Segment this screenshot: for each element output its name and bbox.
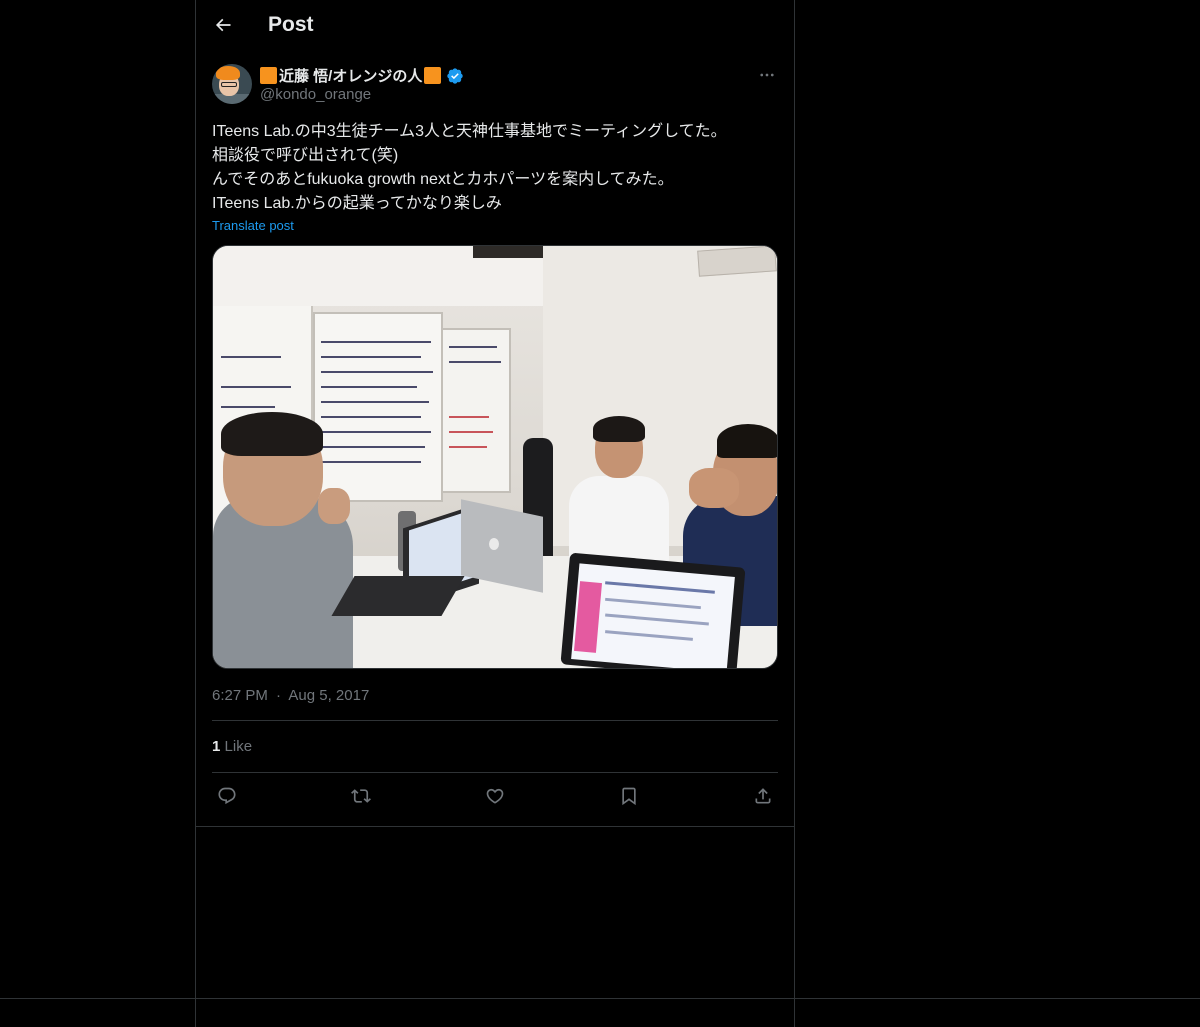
action-bar: [212, 773, 778, 820]
author-row: 近藤 悟/オレンジの人 @kondo_orange: [212, 64, 778, 108]
timestamp-separator: ·: [276, 687, 282, 704]
bookmark-button[interactable]: [618, 785, 640, 807]
avatar[interactable]: [212, 64, 252, 104]
author-name-link[interactable]: 近藤 悟/オレンジの人: [260, 65, 464, 86]
repost-button[interactable]: [350, 785, 372, 807]
share-button[interactable]: [752, 785, 774, 807]
like-count-label: Like: [224, 738, 253, 755]
arrow-left-icon: [215, 18, 231, 32]
more-button[interactable]: [756, 64, 778, 86]
author-handle[interactable]: @kondo_orange: [260, 86, 371, 103]
reply-icon: [218, 787, 236, 805]
translate-post-link[interactable]: Translate post: [212, 218, 778, 233]
reply-button[interactable]: [216, 785, 238, 807]
main-column: Post 近藤 悟/オレンジの人 @kondo_orange ITeens La…: [195, 0, 795, 1027]
post-date[interactable]: Aug 5, 2017: [288, 687, 369, 704]
post-photo[interactable]: [212, 245, 778, 669]
orange-square-emoji: [424, 67, 442, 84]
share-icon: [755, 788, 771, 804]
back-button[interactable]: [206, 8, 240, 42]
page-bottom-divider: [0, 998, 1200, 999]
author-display-name: 近藤 悟/オレンジの人: [279, 68, 423, 85]
post-timestamp: 6:27 PM · Aug 5, 2017: [212, 687, 778, 704]
repost-icon: [351, 789, 371, 803]
post-bottom-divider: [196, 826, 794, 827]
page-title: Post: [268, 13, 314, 36]
bookmark-icon: [622, 787, 636, 806]
likes-count[interactable]: 1 Like: [212, 721, 778, 772]
post-time[interactable]: 6:27 PM: [212, 687, 268, 704]
more-dots-icon: [760, 73, 774, 77]
like-count-number: 1: [212, 738, 221, 755]
page: Post 近藤 悟/オレンジの人 @kondo_orange ITeens La…: [0, 0, 1200, 1027]
post-text: ITeens Lab.の中3生徒チーム3人と天神仕事基地でミーティングしてた。 …: [212, 123, 727, 212]
post-header: Post: [196, 0, 794, 54]
post: 近藤 悟/オレンジの人 @kondo_orange ITeens Lab.の中3…: [212, 64, 778, 820]
orange-square-emoji: [260, 67, 277, 84]
heart-icon: [486, 788, 504, 804]
verified-badge-icon: [446, 67, 464, 85]
like-button[interactable]: [484, 785, 506, 807]
